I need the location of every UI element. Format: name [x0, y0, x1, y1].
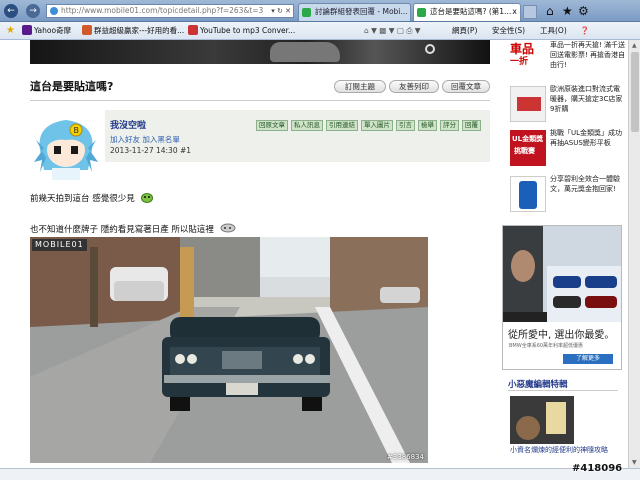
banner-car-image — [270, 42, 340, 62]
scroll-down-icon[interactable]: ▼ — [632, 459, 637, 466]
page-icon — [82, 25, 92, 35]
photo-watermark-logo: MOBILE01 — [32, 239, 87, 251]
favorite-capital-winner[interactable]: 群益超級贏家---好用的看... — [82, 25, 184, 37]
photo-id: #3386834 — [386, 453, 424, 461]
post-date: 2013-11-27 14:30 — [110, 146, 178, 155]
ad-thumbnail: 車品 一折 — [510, 42, 546, 78]
page-content: 這台是要貼這嗎? 訂閱主題 友善列印 回覆文章 B 我沒空啦 加入好友 加入黑名… — [0, 40, 628, 468]
post-photo[interactable]: MOBILE01 #3386834 — [30, 237, 428, 463]
favorites-star-icon[interactable]: ★ — [562, 4, 573, 18]
bmw-ad-subtitle: BMW全車系60萬年利率超低優惠 — [509, 343, 584, 349]
learn-more-button[interactable]: 了解更多 — [563, 354, 613, 364]
scroll-up-icon[interactable]: ▲ — [632, 42, 637, 49]
menu-safety[interactable]: 安全性(S) — [492, 25, 525, 37]
scrollbar-thumb[interactable] — [631, 52, 639, 132]
globe-icon — [50, 7, 58, 15]
sidebar-feature-thumbnail[interactable] — [510, 396, 574, 444]
post-text-line-2: 也不知道什麼牌子 隱約看見寫著日產 所以貼這裡 — [30, 223, 236, 235]
sidebar-ad-car-products[interactable]: 車品 一折 車品一折再天搶! 滿千送回送電影票! 再搶香港自由行! — [502, 40, 628, 80]
image-watermark: #418096 — [572, 463, 623, 474]
page-title: 這台是要貼這嗎? — [30, 80, 114, 93]
subscribe-topic-button[interactable]: 訂閱主題 — [334, 80, 386, 93]
rate-button[interactable]: 評分 — [440, 120, 459, 131]
address-tools-icon[interactable]: ▾ ↻ ✕ — [271, 5, 291, 17]
menu-page[interactable]: 網頁(P) — [452, 25, 477, 37]
browser-title-bar: ← → http://www.mobile01.com/topicdetail.… — [0, 0, 640, 22]
tab-current-topic[interactable]: 這台是要貼這嗎? (第1... x — [413, 3, 521, 21]
report-button[interactable]: 檢舉 — [418, 120, 437, 131]
print-friendly-button[interactable]: 友善列印 — [389, 80, 439, 93]
avatar[interactable]: B — [30, 110, 102, 182]
title-divider — [30, 100, 490, 101]
new-tab-button[interactable] — [523, 5, 537, 19]
user-links[interactable]: 加入好友 加入黑名單 — [110, 134, 180, 145]
bmw-ad-title: 從所愛中, 選出你最愛。 — [508, 330, 615, 341]
bmw-ad-image — [503, 226, 621, 322]
gear-icon[interactable]: ⚙ — [578, 4, 589, 18]
thinking-emoticon-icon — [220, 223, 236, 233]
sidebar-ad-heater[interactable]: 歐洲原裝進口對流式電暖器，購天搶定3C店家9折購 — [502, 84, 628, 124]
banner-logo-icon — [425, 44, 435, 54]
add-favorite-star-icon[interactable]: ★ — [6, 25, 15, 37]
sidebar-ad-biolife[interactable]: 分享碧利全效合一體驗文，萬元獎金抱回家! — [502, 174, 628, 214]
address-url: http://www.mobile01.com/topicdetail.php?… — [61, 6, 264, 15]
tab-title: 討論群組發表回覆 - Mobi... — [315, 7, 408, 16]
ad-thumbnail — [510, 86, 546, 122]
insert-image-button[interactable]: 單入圖片 — [361, 120, 393, 131]
post-floor: #1 — [179, 146, 192, 155]
top-banner-ad[interactable] — [30, 40, 490, 64]
favorite-yahoo[interactable]: Yahoo奇摩 — [22, 25, 71, 37]
quote-link-button[interactable]: 引用連結 — [326, 120, 358, 131]
status-bar — [0, 468, 640, 480]
ad-text: 挑戰「UL金類獎」成功再抽ASUS變形平板 — [550, 129, 623, 147]
home-icon[interactable]: ⌂ — [546, 4, 554, 18]
favorite-youtube-mp3[interactable]: YouTube to mp3 Conver... — [188, 25, 295, 37]
ad-thumbnail — [510, 176, 546, 212]
ad-text: 分享碧利全效合一體驗文，萬元獎金抱回家! — [550, 175, 620, 193]
svg-text:B: B — [74, 126, 80, 135]
smiley-emoticon-icon — [141, 193, 154, 203]
tab-reply-discussion[interactable]: 討論群組發表回覆 - Mobi... — [298, 3, 411, 21]
back-arrow-icon[interactable]: ← — [4, 4, 18, 18]
mobile01-favicon-icon — [417, 8, 426, 17]
ad-text: 歐洲原裝進口對流式電暖器，購天搶定3C店家9折購 — [550, 85, 623, 113]
menu-tools[interactable]: 工具(O) — [540, 25, 567, 37]
forward-arrow-icon[interactable]: → — [26, 4, 40, 18]
post-meta: 2013-11-27 14:30 #1 — [110, 146, 191, 155]
page-icon — [188, 25, 198, 35]
bmw-ad[interactable]: 從所愛中, 選出你最愛。 BMW全車系60萬年利率超低優惠 了解更多 — [502, 225, 622, 370]
username[interactable]: 我沒空啦 — [110, 118, 146, 131]
post-text-line-1: 前幾天拍到這台 感覺很少見 — [30, 192, 154, 204]
sidebar-feature-caption[interactable]: 小資名爛煉的經便利的神隨攻略 — [510, 445, 626, 455]
sidebar: 車品 一折 車品一折再天搶! 滿千送回送電影票! 再搶香港自由行! 歐洲原裝進口… — [502, 40, 628, 468]
tab-title: 這台是要貼這嗎? (第1... — [430, 7, 512, 16]
ad-text: 車品一折再天搶! 滿千送回送電影票! 再搶香港自由行! — [550, 41, 626, 69]
help-icon[interactable]: ❓ — [580, 25, 589, 37]
tab-close-icon[interactable]: x — [512, 4, 517, 20]
post-action-buttons: 回原文章 私人訊息 引用連結 單入圖片 引言 檢舉 評分 回覆 — [256, 120, 484, 131]
ad-thumbnail: UL金類獎 挑戰賽 — [510, 130, 546, 166]
back-to-article-button[interactable]: 回原文章 — [256, 120, 288, 131]
page-scrollbar[interactable]: ▲ ▼ — [628, 40, 640, 468]
sidebar-heading[interactable]: 小惡魔編輯特輯 — [508, 378, 568, 390]
yahoo-icon — [22, 25, 32, 35]
sidebar-heading-divider — [508, 390, 618, 391]
favorites-toolbar: ★ Yahoo奇摩 群益超級贏家---好用的看... YouTube to mp… — [0, 22, 640, 40]
reply-button[interactable]: 回覆 — [462, 120, 481, 131]
mobile01-favicon-icon — [302, 8, 311, 17]
address-bar[interactable]: http://www.mobile01.com/topicdetail.php?… — [46, 4, 294, 18]
reply-post-button[interactable]: 回覆文章 — [442, 80, 490, 93]
sidebar-ad-ul-award[interactable]: UL金類獎 挑戰賽 挑戰「UL金類獎」成功再抽ASUS變形平板 — [502, 128, 628, 168]
toolbar-icons[interactable]: ⌂ ▼ ▩ ▼ ▢ ⎙ ▼ — [364, 25, 421, 37]
private-message-button[interactable]: 私人訊息 — [291, 120, 323, 131]
quote-button[interactable]: 引言 — [396, 120, 415, 131]
